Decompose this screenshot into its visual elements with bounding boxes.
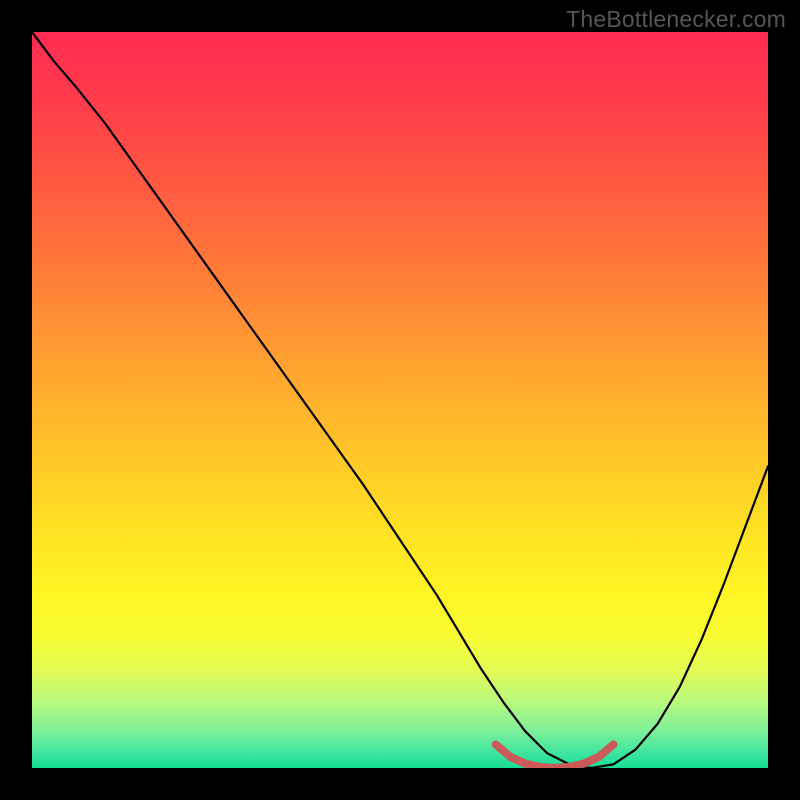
gradient-background [32,32,768,768]
chart-plot-area [32,32,768,768]
chart-frame: TheBottlenecker.com [0,0,800,800]
watermark-text: TheBottlenecker.com [566,6,786,33]
chart-svg [32,32,768,768]
